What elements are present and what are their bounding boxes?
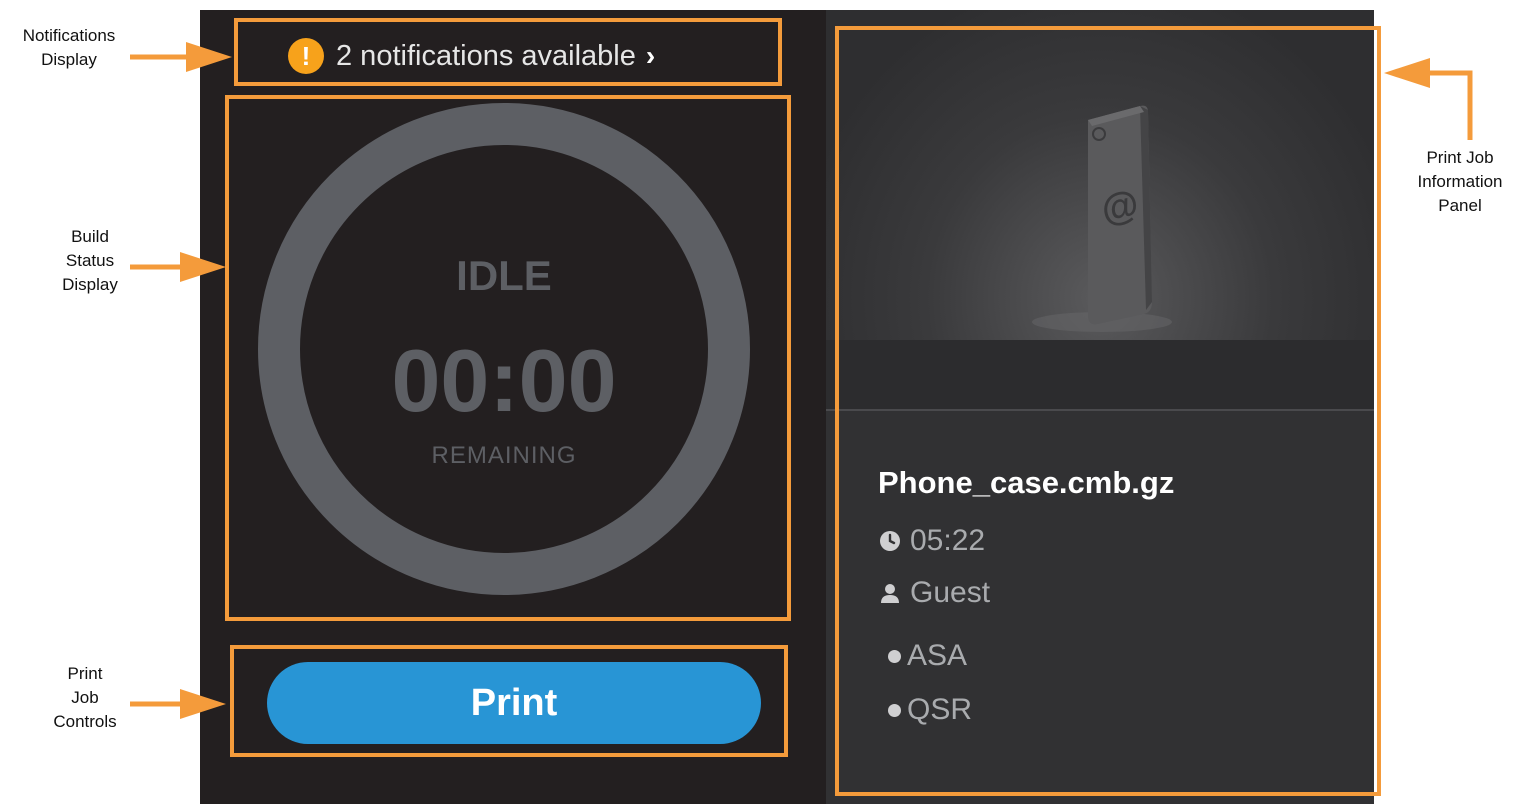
callout-arrows bbox=[130, 42, 1473, 719]
